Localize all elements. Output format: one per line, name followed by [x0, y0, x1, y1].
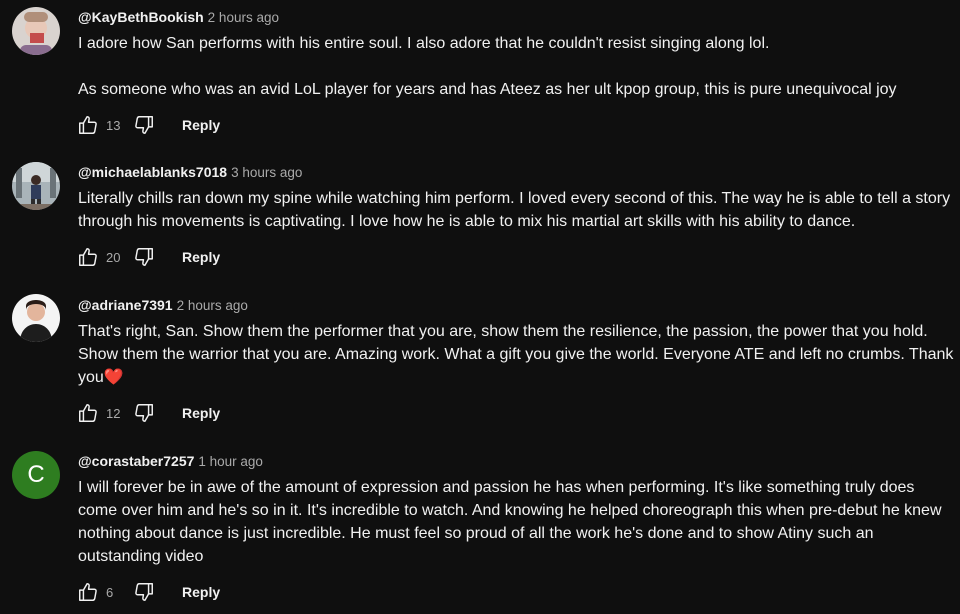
avatar[interactable]	[12, 7, 60, 55]
comment-author[interactable]: @michaelablanks7018	[78, 164, 227, 180]
avatar[interactable]	[12, 294, 60, 342]
avatar[interactable]	[12, 162, 60, 210]
thumbs-up-icon[interactable]	[76, 401, 100, 425]
like-count: 6	[106, 584, 114, 600]
thumbs-down-icon[interactable]	[132, 401, 156, 425]
like-count: 13	[106, 117, 121, 133]
comment-time[interactable]: 1 hour ago	[198, 454, 263, 469]
avatar[interactable]: C	[12, 451, 60, 499]
comment-author[interactable]: @adriane7391	[78, 297, 173, 313]
avatar-letter: C	[12, 451, 60, 499]
comment-actions: 13 Reply	[76, 111, 228, 139]
avatar-image	[12, 294, 60, 342]
thumbs-up-icon[interactable]	[76, 245, 100, 269]
comment-header: @KayBethBookish 2 hours ago	[78, 8, 279, 27]
reply-button[interactable]: Reply	[174, 113, 228, 137]
comment-text: Literally chills ran down my spine while…	[78, 190, 951, 230]
like-count: 12	[106, 405, 121, 421]
comment-header: @adriane7391 2 hours ago	[78, 296, 248, 315]
comment-time[interactable]: 3 hours ago	[231, 165, 302, 180]
comment-time[interactable]: 2 hours ago	[177, 298, 248, 313]
like-count: 20	[106, 249, 121, 265]
reply-button[interactable]: Reply	[174, 580, 228, 604]
comment-actions: 20 Reply	[76, 243, 228, 271]
avatar-image	[12, 162, 60, 210]
comment-paragraph: As someone who was an avid LoL player fo…	[78, 81, 897, 98]
thumbs-up-icon[interactable]	[76, 580, 100, 604]
comment-text: I will forever be in awe of the amount o…	[78, 479, 942, 565]
comment-actions: 12 Reply	[76, 399, 228, 427]
thumbs-down-icon[interactable]	[132, 245, 156, 269]
comment-text: That's right, San. Show them the perform…	[78, 320, 956, 389]
comment-text: I adore how San performs with his entire…	[78, 32, 956, 101]
comment-header: @corastaber7257 1 hour ago	[78, 452, 263, 471]
comment-text-content: That's right, San. Show them the perform…	[78, 323, 954, 386]
comment-time[interactable]: 2 hours ago	[208, 10, 279, 25]
comment-author[interactable]: @corastaber7257	[78, 453, 194, 469]
comment-header: @michaelablanks7018 3 hours ago	[78, 163, 302, 182]
reply-button[interactable]: Reply	[174, 245, 228, 269]
comment-author[interactable]: @KayBethBookish	[78, 9, 204, 25]
heart-emoji: ❤️	[103, 369, 124, 386]
comment-paragraph: I adore how San performs with his entire…	[78, 35, 770, 52]
comment-actions: 6 Reply	[76, 578, 228, 606]
reply-button[interactable]: Reply	[174, 401, 228, 425]
avatar-image	[12, 7, 60, 55]
thumbs-down-icon[interactable]	[132, 580, 156, 604]
thumbs-up-icon[interactable]	[76, 113, 100, 137]
thumbs-down-icon[interactable]	[132, 113, 156, 137]
